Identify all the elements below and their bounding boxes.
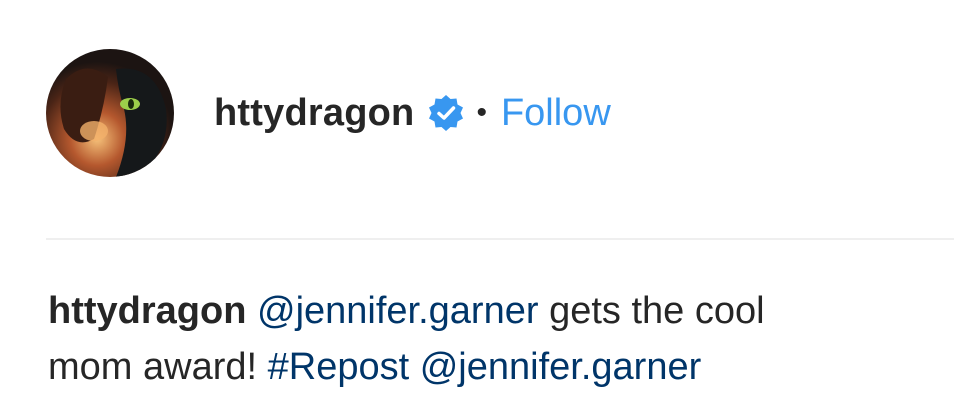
- post-header: httydragon • Follow: [46, 48, 611, 178]
- divider: [46, 238, 954, 240]
- post-username[interactable]: httydragon: [214, 92, 414, 135]
- avatar[interactable]: [46, 49, 174, 177]
- caption-mention-link[interactable]: @jennifer.garner: [257, 290, 539, 332]
- follow-button[interactable]: Follow: [501, 92, 611, 135]
- caption-username[interactable]: httydragon: [48, 290, 246, 332]
- caption-text: gets the cool: [549, 290, 765, 332]
- post-caption: httydragon @jennifer.garner gets the coo…: [48, 283, 948, 395]
- verified-badge-icon: [426, 93, 466, 133]
- avatar-image: [46, 49, 174, 177]
- caption-mention-link-2[interactable]: @jennifer.garner: [420, 346, 702, 388]
- separator-dot: •: [476, 96, 487, 129]
- caption-text-continued: mom award!: [48, 346, 258, 388]
- caption-hashtag-link[interactable]: #Repost: [268, 346, 410, 388]
- header-text: httydragon • Follow: [214, 83, 611, 143]
